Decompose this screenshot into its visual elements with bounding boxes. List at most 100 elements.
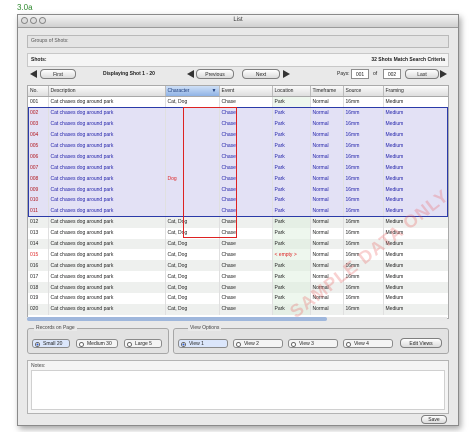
records-medium-radio[interactable]: Medium 30: [76, 339, 118, 348]
save-button[interactable]: Save: [421, 415, 447, 424]
view-4-radio[interactable]: View 4: [343, 339, 393, 348]
table-row[interactable]: 008 Cat chases dog around park Dog Chase Par…: [28, 173, 448, 185]
cell-character: Dog: [165, 173, 220, 185]
records-large-label: Large 5: [135, 341, 152, 347]
cell-no: 008: [28, 173, 49, 185]
table-row[interactable]: 010 Cat chases dog around park Chase Park No…: [28, 195, 448, 206]
table-row[interactable]: 005 Cat chases dog around park Chase Park No…: [28, 140, 448, 152]
pays-label: Pays:: [337, 71, 350, 77]
table-row[interactable]: 003 Cat chases dog around park Chase Park No…: [28, 118, 448, 130]
table-row[interactable]: 018 Cat chases dog around park Cat, Dog Cha…: [28, 282, 448, 294]
cell-framing: Medium: [383, 184, 448, 196]
table-row[interactable]: 017 Cat chases dog around park Cat, Dog Cha…: [28, 271, 448, 283]
table-row[interactable]: 012 Cat chases dog around park Cat, Dog Cha…: [28, 216, 448, 228]
cell-framing: Medium: [383, 271, 448, 283]
cell-source: 16mm: [343, 205, 384, 217]
radio-dot-icon: [291, 341, 296, 347]
cell-source: 16mm: [343, 227, 384, 239]
table-horizontal-scrollbar[interactable]: [27, 317, 447, 321]
table-row[interactable]: 002 Cat chases dog around park Chase Park No…: [28, 107, 448, 119]
table-row[interactable]: 001 Cat chases dog around park Cat, Dog Cha…: [28, 96, 448, 108]
current-page-field[interactable]: 001: [351, 69, 369, 79]
table-row[interactable]: 013 Cat chases dog around park Cat, Dog Cha…: [28, 227, 448, 239]
cell-location: Park: [272, 271, 311, 283]
cell-framing: Medium: [383, 216, 448, 228]
cell-source: 16mm: [343, 282, 384, 294]
groups-of-shots-field[interactable]: Groups of Shots:: [27, 35, 449, 48]
cell-location: Park: [272, 173, 311, 185]
scrollbar-thumb[interactable]: [27, 317, 327, 321]
cell-location: Park: [272, 129, 311, 141]
cell-timeframe: Normal: [310, 173, 344, 185]
cell-location: Park: [272, 238, 311, 250]
cell-no: 018: [28, 282, 49, 294]
table-row[interactable]: 011 Cat chases dog around park Chase Park No…: [28, 205, 448, 217]
cell-event: Chase: [219, 260, 273, 272]
cell-no: 009: [28, 184, 49, 196]
col-header-framing[interactable]: Framing: [383, 86, 448, 97]
next-button[interactable]: Next: [242, 69, 280, 79]
table-row[interactable]: 009 Cat chases dog around park Chase Park No…: [28, 184, 448, 196]
col-header-no[interactable]: No.: [28, 86, 49, 97]
cell-event: Chase: [219, 184, 273, 196]
shots-label: Shots:: [31, 57, 47, 63]
cell-location: Park: [272, 195, 311, 206]
radio-dot-icon: [236, 341, 241, 347]
notes-textarea[interactable]: [31, 370, 445, 410]
view-2-radio[interactable]: View 2: [233, 339, 283, 348]
col-header-source[interactable]: Source: [343, 86, 384, 97]
cell-timeframe: Normal: [310, 184, 344, 196]
table-row[interactable]: 016 Cat chases dog around park Cat, Dog Cha…: [28, 260, 448, 272]
last-arrow-icon[interactable]: [440, 70, 447, 78]
cell-source: 16mm: [343, 162, 384, 174]
displaying-text: Displaying Shot 1 - 20: [103, 71, 155, 77]
table-row[interactable]: 006 Cat chases dog around park Chase Park No…: [28, 151, 448, 163]
cell-timeframe: Normal: [310, 282, 344, 294]
first-button[interactable]: First: [40, 69, 76, 79]
cell-location: Park: [272, 216, 311, 228]
table-row[interactable]: 014 Cat chases dog around park Cat, Dog Cha…: [28, 238, 448, 250]
cell-character: [165, 162, 220, 174]
first-arrow-icon[interactable]: [30, 70, 37, 78]
cell-no: 010: [28, 195, 49, 206]
cell-character: Cat, Dog: [165, 293, 220, 304]
view-options-legend: View Options: [188, 325, 222, 331]
previous-button[interactable]: Previous: [196, 69, 234, 79]
table-row[interactable]: 019 Cat chases dog around park Cat, Dog Cha…: [28, 293, 448, 304]
cell-location: Park: [272, 260, 311, 272]
cell-source: 16mm: [343, 303, 384, 315]
cell-source: 16mm: [343, 271, 384, 283]
col-header-timeframe[interactable]: Timeframe: [310, 86, 344, 97]
table-row[interactable]: 020 Cat chases dog around park Cat, Dog Cha…: [28, 303, 448, 315]
col-header-event[interactable]: Event: [219, 86, 273, 97]
cell-character: [165, 140, 220, 152]
records-small-radio[interactable]: Small 20: [32, 339, 70, 348]
records-large-radio[interactable]: Large 5: [124, 339, 162, 348]
cell-character: Cat, Dog: [165, 227, 220, 239]
cell-no: 005: [28, 140, 49, 152]
col-header-description[interactable]: Description: [48, 86, 166, 97]
previous-arrow-icon[interactable]: [187, 70, 194, 78]
cell-character: [165, 195, 220, 206]
view-3-radio[interactable]: View 3: [288, 339, 338, 348]
last-button[interactable]: Last: [405, 69, 439, 79]
view-1-radio[interactable]: View 1: [178, 339, 228, 348]
cell-framing: Medium: [383, 227, 448, 239]
table-row[interactable]: 015 Cat chases dog around park Cat, Dog Cha…: [28, 249, 448, 261]
cell-timeframe: Normal: [310, 96, 344, 108]
cell-event: Chase: [219, 107, 273, 119]
cell-timeframe: Normal: [310, 249, 344, 261]
title-bar: List: [18, 15, 458, 28]
cell-source: 16mm: [343, 260, 384, 272]
view-2-label: View 2: [244, 341, 259, 347]
cell-character: Cat, Dog: [165, 216, 220, 228]
cell-no: 017: [28, 271, 49, 283]
table-row[interactable]: 007 Cat chases dog around park Chase Park No…: [28, 162, 448, 174]
cell-timeframe: Normal: [310, 216, 344, 228]
cell-description: Cat chases dog around park: [48, 293, 166, 304]
edit-views-button[interactable]: Edit Views: [400, 338, 442, 348]
next-arrow-icon[interactable]: [283, 70, 290, 78]
col-header-location[interactable]: Location: [272, 86, 311, 97]
table-row[interactable]: 004 Cat chases dog around park Chase Park No…: [28, 129, 448, 141]
col-header-character[interactable]: Character ▼: [165, 86, 220, 97]
